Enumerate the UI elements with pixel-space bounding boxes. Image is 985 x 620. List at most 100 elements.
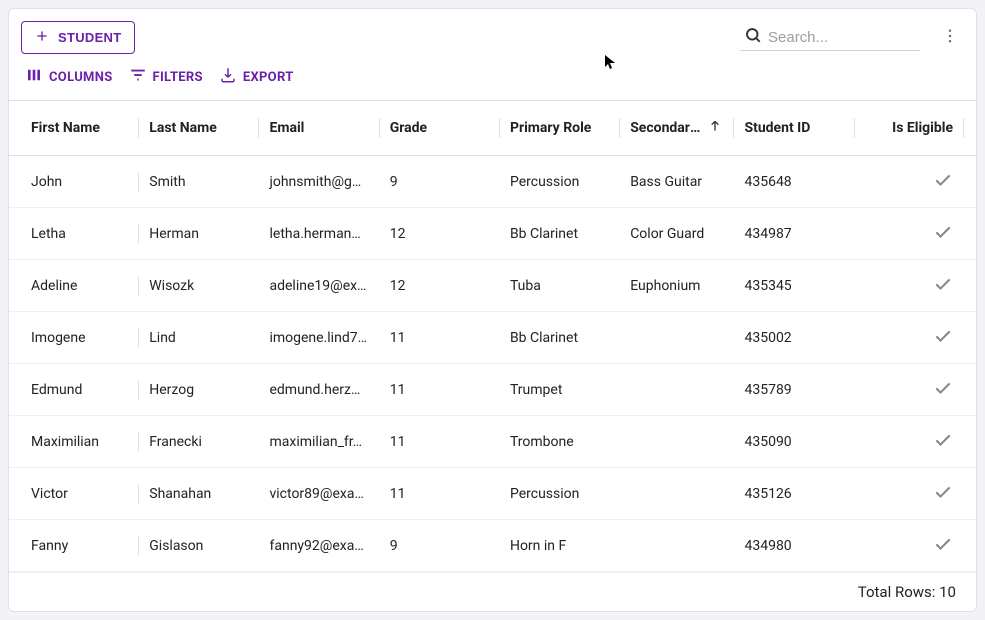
- cell-grade: 11: [380, 434, 499, 450]
- cell-email: letha.herman…: [259, 226, 378, 242]
- cell-secondary-role: Color Guard: [620, 226, 733, 242]
- more-menu-button[interactable]: [936, 24, 964, 52]
- col-header-grade[interactable]: Grade: [380, 120, 499, 136]
- download-icon: [219, 66, 237, 88]
- cell-first-name: Edmund: [21, 382, 138, 398]
- cell-student-id: 435126: [734, 486, 853, 502]
- cell-primary-role: Tuba: [500, 278, 619, 294]
- table-row[interactable]: EdmundHerzogedmund.herz…11Trumpet 435789: [9, 364, 976, 416]
- cell-primary-role: Bb Clarinet: [500, 330, 619, 346]
- cell-last-name: Shanahan: [139, 486, 258, 502]
- total-rows-label: Total Rows: 10: [858, 583, 956, 601]
- cell-primary-role: Trumpet: [500, 382, 619, 398]
- col-header-student-id[interactable]: Student ID: [734, 120, 853, 136]
- plus-icon: [34, 28, 50, 47]
- check-icon: [933, 326, 953, 350]
- cell-first-name: Imogene: [21, 330, 138, 346]
- table-row[interactable]: FannyGislasonfanny92@exa…9Horn in F43498…: [9, 520, 976, 572]
- cell-is-eligible: [855, 430, 963, 454]
- cell-grade: 11: [380, 486, 499, 502]
- cell-primary-role: Horn in F: [500, 538, 619, 554]
- cell-primary-role: Bb Clarinet: [500, 226, 619, 242]
- cell-is-eligible: [855, 534, 963, 558]
- cell-primary-role: Percussion: [500, 486, 619, 502]
- table-row[interactable]: LethaHermanletha.herman…12Bb ClarinetCol…: [9, 208, 976, 260]
- search-field-wrap[interactable]: [740, 24, 920, 51]
- check-icon: [933, 274, 953, 298]
- cell-first-name: Letha: [21, 226, 138, 242]
- cell-last-name: Gislason: [139, 538, 258, 554]
- cell-grade: 9: [380, 538, 499, 554]
- cell-email: johnsmith@g…: [259, 174, 378, 190]
- check-icon: [933, 430, 953, 454]
- col-header-last-name[interactable]: Last Name: [139, 120, 258, 136]
- cell-grade: 11: [380, 330, 499, 346]
- col-header-is-eligible[interactable]: Is Eligible: [855, 120, 963, 136]
- cell-secondary-role: Euphonium: [620, 278, 733, 294]
- add-student-button[interactable]: STUDENT: [21, 21, 135, 54]
- add-student-label: STUDENT: [58, 30, 122, 45]
- cell-grade: 12: [380, 226, 499, 242]
- table-footer: Total Rows: 10: [9, 572, 976, 611]
- cell-email: victor89@exa…: [259, 486, 378, 502]
- columns-button[interactable]: COLUMNS: [25, 66, 113, 88]
- cell-student-id: 434987: [734, 226, 853, 242]
- cell-grade: 11: [380, 382, 499, 398]
- check-icon: [933, 482, 953, 506]
- cell-first-name: Fanny: [21, 538, 138, 554]
- cell-student-id: 435090: [734, 434, 853, 450]
- col-header-email[interactable]: Email: [259, 120, 378, 136]
- cell-is-eligible: [855, 170, 963, 194]
- filter-icon: [129, 66, 147, 88]
- cell-student-id: 435789: [734, 382, 853, 398]
- cell-primary-role: Trombone: [500, 434, 619, 450]
- cell-last-name: Lind: [139, 330, 258, 346]
- col-header-secondary-role[interactable]: Secondary …: [620, 118, 733, 138]
- cell-is-eligible: [855, 274, 963, 298]
- cell-first-name: John: [21, 174, 138, 190]
- cell-primary-role: Percussion: [500, 174, 619, 190]
- cell-last-name: Herzog: [139, 382, 258, 398]
- cell-last-name: Franecki: [139, 434, 258, 450]
- students-panel: STUDENT COLUMNS FILTERS: [8, 8, 977, 612]
- cell-email: adeline19@ex…: [259, 278, 378, 294]
- search-input[interactable]: [768, 29, 916, 46]
- topbar: STUDENT: [9, 9, 976, 58]
- cell-student-id: 435345: [734, 278, 853, 294]
- cell-student-id: 435002: [734, 330, 853, 346]
- export-button[interactable]: EXPORT: [219, 66, 294, 88]
- cell-grade: 12: [380, 278, 499, 294]
- cell-first-name: Victor: [21, 486, 138, 502]
- cell-email: imogene.lind7…: [259, 330, 378, 346]
- cell-secondary-role: Bass Guitar: [620, 174, 733, 190]
- grid-toolbar: COLUMNS FILTERS EXPORT: [9, 58, 976, 100]
- check-icon: [933, 170, 953, 194]
- table-row[interactable]: VictorShanahanvictor89@exa…11Percussion 4…: [9, 468, 976, 520]
- col-header-primary-role[interactable]: Primary Role: [500, 120, 619, 136]
- cell-first-name: Maximilian: [21, 434, 138, 450]
- cell-is-eligible: [855, 378, 963, 402]
- table-header: First Name Last Name Email Grade Primary…: [9, 100, 976, 156]
- cell-email: fanny92@exa…: [259, 538, 378, 554]
- columns-label: COLUMNS: [49, 70, 113, 85]
- cell-is-eligible: [855, 482, 963, 506]
- col-header-first-name[interactable]: First Name: [21, 120, 138, 136]
- check-icon: [933, 378, 953, 402]
- table-row[interactable]: AdelineWisozkadeline19@ex…12TubaEuphoniu…: [9, 260, 976, 312]
- cell-email: edmund.herz…: [259, 382, 378, 398]
- table-body: JohnSmithjohnsmith@g…9PercussionBass Gui…: [9, 156, 976, 572]
- cell-student-id: 435648: [734, 174, 853, 190]
- columns-icon: [25, 66, 43, 88]
- filters-label: FILTERS: [153, 70, 203, 85]
- table-row[interactable]: JohnSmithjohnsmith@g…9PercussionBass Gui…: [9, 156, 976, 208]
- table-row[interactable]: MaximilianFraneckimaximilian_fr…11Trombo…: [9, 416, 976, 468]
- cell-last-name: Wisozk: [139, 278, 258, 294]
- more-vertical-icon: [941, 27, 959, 49]
- export-label: EXPORT: [243, 70, 294, 85]
- filters-button[interactable]: FILTERS: [129, 66, 203, 88]
- table-row[interactable]: ImogeneLindimogene.lind7…11Bb Clarinet 43…: [9, 312, 976, 364]
- search-icon: [744, 26, 762, 48]
- cell-last-name: Herman: [139, 226, 258, 242]
- cell-last-name: Smith: [139, 174, 258, 190]
- cell-is-eligible: [855, 326, 963, 350]
